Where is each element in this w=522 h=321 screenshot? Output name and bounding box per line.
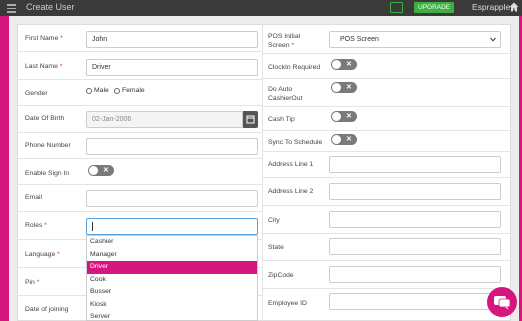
email-row: Email [17, 185, 262, 212]
monitor-icon[interactable] [390, 2, 403, 13]
state-input[interactable] [329, 238, 501, 255]
cash-tip-label: Cash Tip [268, 116, 295, 123]
last-name-row: Last Name * Driver [17, 52, 262, 80]
employee-id-label: Employee ID [268, 300, 307, 307]
calendar-icon[interactable] [243, 111, 258, 128]
first-name-row: First Name * John [17, 24, 262, 52]
pos-screen-row: POS Initial Screen * POS Screen [263, 24, 511, 54]
gender-male-radio[interactable] [86, 88, 92, 94]
employee-id-input[interactable] [329, 293, 501, 310]
pos-screen-label-line1: POS Initial [268, 33, 301, 40]
sync-row: Sync To Schedule ✕ [263, 131, 511, 152]
first-name-input[interactable]: John [86, 31, 258, 48]
clockin-row: ClockIn Required ✕ [263, 54, 511, 79]
email-input[interactable] [86, 190, 258, 207]
address1-label: Address Line 1 [268, 161, 314, 168]
role-option-manager[interactable]: Manager [87, 249, 257, 262]
auto-cashier-label-line1: Do Auto [268, 86, 293, 93]
role-option-busser[interactable]: Busser [87, 286, 257, 299]
close-icon: ✕ [346, 136, 352, 143]
auto-cashier-label-line2: CashierOut [268, 95, 303, 102]
language-label: Language [25, 251, 56, 258]
phone-row: Phone Number [17, 133, 262, 159]
cash-tip-row: Cash Tip ✕ [263, 107, 511, 131]
enable-sign-in-toggle[interactable]: ✕ [88, 165, 114, 176]
first-name-label: First Name [25, 35, 59, 42]
gender-label: Gender [25, 90, 48, 97]
zip-label: ZipCode [268, 272, 294, 279]
clockin-label: ClockIn Required [268, 64, 321, 71]
roles-label: Roles [25, 222, 43, 229]
sync-toggle[interactable]: ✕ [331, 134, 357, 145]
employee-id-row: Employee ID [263, 289, 511, 321]
gender-male-label: Male [94, 87, 109, 94]
address2-input[interactable] [329, 183, 501, 200]
city-label: City [268, 217, 280, 224]
text-cursor [92, 221, 93, 231]
chevron-down-icon [490, 37, 496, 42]
address2-row: Address Line 2 [263, 178, 511, 206]
pos-screen-label-line2: Screen [268, 42, 290, 49]
address1-input[interactable] [329, 156, 501, 173]
pin-label: Pin [25, 279, 35, 286]
phone-input[interactable] [86, 138, 258, 155]
date-of-joining-label: Date of joining [25, 306, 69, 313]
pos-screen-select[interactable]: POS Screen [329, 31, 501, 48]
zip-input[interactable] [329, 266, 501, 283]
auto-cashier-toggle[interactable]: ✕ [331, 82, 357, 93]
sync-label: Sync To Schedule [268, 139, 323, 146]
upgrade-button[interactable]: UPGRADE [414, 2, 455, 13]
dob-input[interactable]: 02-Jan-2006 [86, 111, 243, 128]
auto-cashier-row: Do Auto CashierOut ✕ [263, 79, 511, 107]
home-icon[interactable] [509, 2, 519, 12]
close-icon: ✕ [346, 84, 352, 91]
enable-sign-in-row: Enable Sign In ✕ [17, 159, 262, 185]
cash-tip-toggle[interactable]: ✕ [331, 111, 357, 122]
gender-row: Gender Male Female [17, 80, 262, 106]
top-bar: Create User UPGRADE Esprapple 1 [0, 0, 522, 16]
dob-label: Date Of Birth [25, 115, 65, 122]
chat-button[interactable] [487, 287, 517, 317]
address1-row: Address Line 1 [263, 152, 511, 178]
address2-label: Address Line 2 [268, 188, 314, 195]
state-row: State [263, 234, 511, 261]
menu-icon[interactable] [7, 4, 16, 13]
state-label: State [268, 244, 284, 251]
phone-label: Phone Number [25, 142, 71, 149]
roles-dropdown[interactable]: Cashier Manager Driver Cook Busser Kiosk… [86, 235, 258, 321]
enable-sign-in-label: Enable Sign In [25, 170, 70, 177]
zip-row: ZipCode [263, 261, 511, 289]
dob-row: Date Of Birth 02-Jan-2006 [17, 106, 262, 133]
role-option-server[interactable]: Server [87, 311, 257, 321]
gender-female-radio[interactable] [114, 88, 120, 94]
close-icon: ✕ [103, 167, 109, 174]
last-name-input[interactable]: Driver [86, 59, 258, 76]
role-option-driver[interactable]: Driver [87, 261, 257, 274]
role-option-kiosk[interactable]: Kiosk [87, 299, 257, 312]
city-input[interactable] [329, 211, 501, 228]
last-name-label: Last Name [25, 63, 58, 70]
chat-icon [494, 296, 511, 310]
clockin-toggle[interactable]: ✕ [331, 59, 357, 70]
city-row: City [263, 206, 511, 234]
pos-screen-value: POS Screen [340, 36, 379, 43]
email-label: Email [25, 194, 42, 201]
gender-female-label: Female [122, 87, 145, 94]
role-option-cook[interactable]: Cook [87, 274, 257, 287]
side-accent-bar [0, 16, 9, 321]
close-icon: ✕ [346, 61, 352, 68]
page-title: Create User [26, 2, 75, 12]
roles-input[interactable] [86, 218, 258, 235]
role-option-cashier[interactable]: Cashier [87, 236, 257, 249]
close-icon: ✕ [346, 113, 352, 120]
